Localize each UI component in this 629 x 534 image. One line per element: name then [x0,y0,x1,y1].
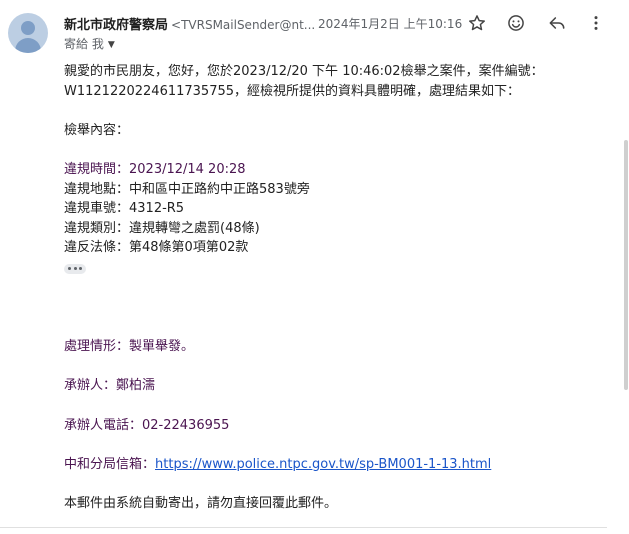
scrollbar[interactable] [622,0,629,534]
avatar-body [15,38,41,53]
chevron-down-icon[interactable]: ▼ [108,40,115,50]
mailbox-label: 中和分局信箱： [64,456,156,472]
scrollbar-thumb[interactable] [624,140,628,390]
violation-category: 違規類別：違規轉彎之處罰(48條) [64,220,260,236]
handler-phone: 承辦人電話：02-22436955 [64,417,230,433]
greeting-line-2: W1121220224611735755，經檢視所提供的資料具體明確，處理結果如… [64,83,521,99]
more-vert-icon [594,16,598,30]
sender-avatar[interactable] [8,13,48,53]
more-options-button[interactable] [584,11,608,35]
recipient-details[interactable]: 寄給 我 ▼ [64,35,115,52]
violation-time: 違規時間：2023/12/14 20:28 [64,161,246,177]
avatar-head [21,21,35,35]
reply-button[interactable] [545,11,569,35]
emoji-reaction-button[interactable] [504,11,528,35]
star-icon [469,15,485,31]
sender-name[interactable]: 新北市政府警察局 [64,18,168,33]
violation-place: 違規地點：中和區中正路約中正路583號旁 [64,181,310,197]
report-title: 檢舉內容： [64,122,130,138]
sender-email[interactable]: <TVRSMailSender@nt... [171,18,315,32]
handler-name: 承辦人：鄭柏濡 [64,378,156,394]
reply-icon [549,17,565,29]
auto-footer-note: 本郵件由系統自動寄出，請勿直接回覆此郵件。 [64,495,338,511]
show-trimmed-content-button[interactable] [64,263,86,274]
violation-law: 違反法條：第48條第0項第02款 [64,240,249,256]
emoji-icon [508,15,524,31]
recipient-label: 寄給 我 [64,37,104,51]
star-button[interactable] [465,11,489,35]
email-body: 親愛的市民朋友，您好，您於2023/12/20 下午 10:46:02檢舉之案件… [64,62,609,513]
email-date: 2024年1月2日 上午10:16 [318,17,463,31]
mailbox-line: 中和分局信箱：https://www.police.ntpc.gov.tw/sp… [64,455,609,475]
divider [0,527,607,528]
sender-row: 新北市政府警察局 <TVRSMailSender@nt... [64,14,315,33]
violation-plate: 違規車號：4312-R5 [64,201,185,217]
mailbox-link[interactable]: https://www.police.ntpc.gov.tw/sp-BM001-… [155,457,491,472]
greeting-line-1: 親愛的市民朋友，您好，您於2023/12/20 下午 10:46:02檢舉之案件… [64,64,544,79]
handling-status: 處理情形：製單舉發。 [64,339,195,355]
